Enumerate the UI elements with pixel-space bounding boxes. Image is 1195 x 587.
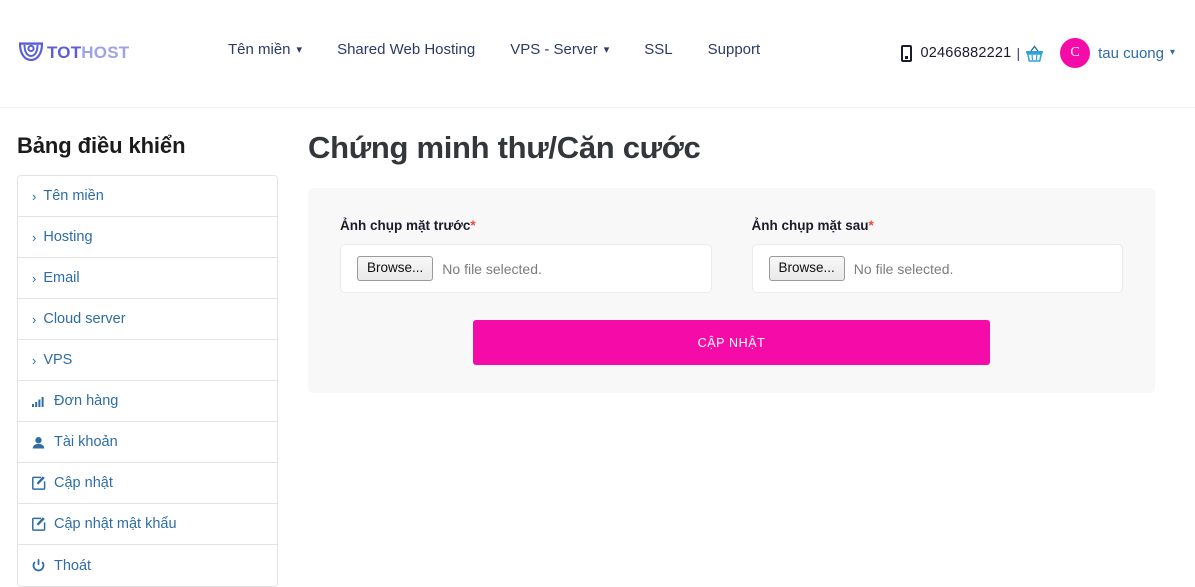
- sidebar-item-don-hang[interactable]: Đơn hàng: [18, 381, 277, 422]
- chevron-right-icon: ›: [32, 352, 37, 368]
- sidebar-item-cap-nhat[interactable]: Cập nhật: [18, 463, 277, 504]
- sidebar-item-hosting[interactable]: › Hosting: [18, 217, 277, 258]
- id-upload-panel: Ảnh chụp mặt trước* Browse... No file se…: [308, 188, 1155, 393]
- nav-item-ten-mien[interactable]: Tên miền ▾: [228, 41, 302, 58]
- username-label[interactable]: tau cuong: [1098, 45, 1164, 62]
- sidebar-item-tai-khoan[interactable]: Tài khoản: [18, 422, 277, 463]
- file-fields-row: Ảnh chụp mặt trước* Browse... No file se…: [340, 218, 1123, 293]
- sidebar-item-email[interactable]: › Email: [18, 258, 277, 299]
- nav-item-vps-server[interactable]: VPS - Server ▾: [510, 41, 609, 58]
- sidebar-item-label: Cloud server: [43, 311, 126, 327]
- power-off-icon: [32, 559, 47, 572]
- sidebar-item-vps[interactable]: › VPS: [18, 340, 277, 381]
- required-asterisk: *: [868, 218, 874, 233]
- sidebar-item-label: VPS: [43, 352, 73, 368]
- page-title: Chứng minh thư/Căn cước: [308, 130, 701, 165]
- file-input-back[interactable]: Browse... No file selected.: [751, 244, 1123, 293]
- field-front-photo-label: Ảnh chụp mặt trước*: [340, 218, 712, 233]
- file-input-front[interactable]: Browse... No file selected.: [340, 244, 712, 293]
- chevron-down-icon: ▾: [296, 44, 303, 56]
- file-status-back: No file selected.: [853, 260, 954, 277]
- shopping-basket-icon[interactable]: [1025, 44, 1044, 62]
- sidebar-item-label: Hosting: [43, 229, 93, 245]
- avatar[interactable]: C: [1060, 38, 1091, 68]
- signal-bars-icon: [32, 395, 47, 407]
- sidebar: Bảng điều khiển › Tên miền › Hosting › E…: [0, 108, 296, 587]
- field-back-photo: Ảnh chụp mặt sau* Browse... No file sele…: [751, 218, 1124, 293]
- sidebar-item-cap-nhat-mat-khau[interactable]: Cập nhật mật khẩu: [18, 504, 277, 545]
- user-icon: [32, 436, 47, 449]
- sidebar-item-label: Tài khoản: [54, 434, 118, 450]
- update-submit-button[interactable]: CẬP NHẬT: [473, 320, 990, 365]
- tothost-shield-icon: [18, 41, 44, 63]
- main-navigation: Tên miền ▾ Shared Web Hosting VPS - Serve…: [228, 41, 760, 58]
- chevron-down-icon: ▾: [603, 44, 610, 56]
- chevron-right-icon: ›: [32, 229, 37, 245]
- support-phone-number: 02466882221: [920, 45, 1012, 61]
- mobile-phone-icon: [900, 44, 912, 62]
- sidebar-item-label: Cập nhật mật khẩu: [54, 516, 177, 532]
- nav-item-support[interactable]: Support: [708, 41, 761, 58]
- chevron-right-icon: ›: [32, 311, 37, 327]
- logo-text-primary: TOT: [47, 42, 82, 62]
- nav-item-shared-web-hosting[interactable]: Shared Web Hosting: [337, 41, 475, 58]
- sidebar-item-ten-mien[interactable]: › Tên miền: [18, 176, 277, 217]
- sidebar-item-label: Tên miền: [43, 188, 104, 204]
- nav-label: Support: [707, 41, 761, 58]
- logo-text-secondary: HOST: [81, 42, 130, 62]
- sidebar-item-label: Email: [43, 270, 80, 286]
- sidebar-item-thoat[interactable]: Thoát: [18, 545, 277, 586]
- site-header: TOTHOST Tên miền ▾ Shared Web Hosting VPS…: [0, 0, 1195, 108]
- separator: |: [1016, 45, 1021, 61]
- browse-button-front[interactable]: Browse...: [357, 256, 434, 281]
- field-front-photo: Ảnh chụp mặt trước* Browse... No file se…: [340, 218, 712, 293]
- edit-pencil-square-icon: [32, 476, 47, 490]
- chevron-down-icon[interactable]: ▾: [1170, 47, 1175, 58]
- main-content: Chứng minh thư/Căn cước Ảnh chụp mặt trư…: [296, 108, 1195, 587]
- chevron-right-icon: ›: [32, 188, 37, 204]
- nav-label: VPS - Server: [510, 41, 598, 58]
- nav-item-ssl[interactable]: SSL: [644, 41, 672, 58]
- edit-pencil-square-icon: [32, 517, 47, 531]
- nav-label: Shared Web Hosting: [337, 41, 476, 58]
- label-text: Ảnh chụp mặt trước: [340, 218, 471, 233]
- sidebar-item-label: Cập nhật: [54, 475, 113, 491]
- label-text: Ảnh chụp mặt sau: [751, 218, 869, 233]
- sidebar-list: › Tên miền › Hosting › Email › Cloud ser…: [17, 175, 278, 587]
- sidebar-item-cloud-server[interactable]: › Cloud server: [18, 299, 277, 340]
- file-status-front: No file selected.: [442, 260, 542, 277]
- site-logo[interactable]: TOTHOST: [18, 38, 129, 66]
- nav-label: SSL: [644, 41, 673, 58]
- sidebar-item-label: Đơn hàng: [54, 393, 119, 409]
- chevron-right-icon: ›: [32, 270, 37, 286]
- browse-button-back[interactable]: Browse...: [768, 256, 845, 281]
- required-asterisk: *: [470, 218, 476, 233]
- sidebar-title: Bảng điều khiển: [17, 133, 186, 158]
- header-user-area: 02466882221 | C tau cuong ▾: [900, 28, 1175, 78]
- page-body: Bảng điều khiển › Tên miền › Hosting › E…: [0, 108, 1195, 587]
- nav-label: Tên miền: [228, 41, 291, 58]
- sidebar-item-label: Thoát: [54, 557, 92, 574]
- field-back-photo-label: Ảnh chụp mặt sau*: [752, 218, 1124, 233]
